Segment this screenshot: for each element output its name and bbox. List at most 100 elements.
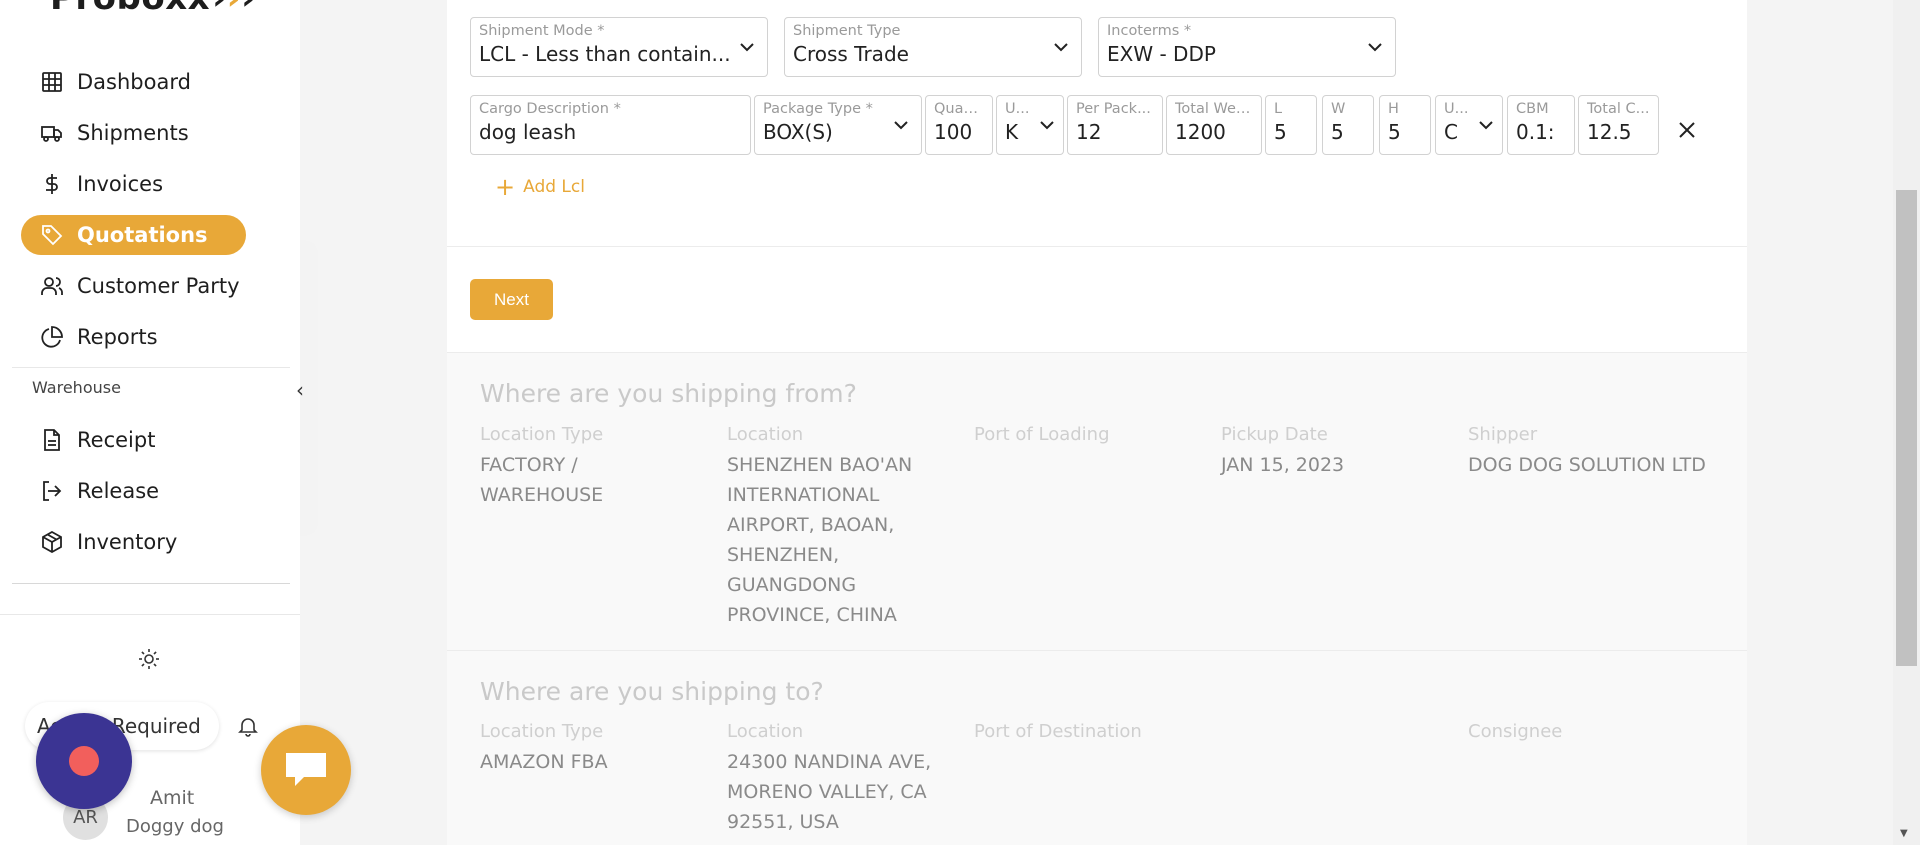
theme-toggle-sun-icon[interactable] (137, 647, 161, 675)
divider (12, 367, 290, 368)
sidebar-item-receipt[interactable]: Receipt (21, 420, 246, 460)
sidebar-item-inventory[interactable]: Inventory (21, 522, 246, 562)
sidebar-item-label: Inventory (77, 530, 178, 554)
field-value: LCL - Less than contain... (479, 42, 731, 66)
bell-icon[interactable] (236, 714, 260, 742)
chevron-down-icon (1368, 43, 1382, 52)
chat-bubble-icon (286, 753, 326, 786)
field-value: BOX(S) (763, 120, 833, 144)
field-value: 1200 (1175, 120, 1226, 144)
logo-chevrons-icon: ››› (212, 0, 256, 18)
field-value: 5 (1388, 120, 1401, 144)
sidebar-item-shipments[interactable]: Shipments (21, 113, 246, 153)
table-icon (41, 71, 63, 93)
field-label: U... (1444, 101, 1469, 117)
field-label: Package Type * (763, 101, 873, 117)
scrollbar-thumb[interactable] (1896, 190, 1917, 666)
add-lcl-button[interactable]: + Add Lcl (495, 175, 585, 199)
section-label-warehouse: Warehouse (32, 378, 121, 397)
chat-button[interactable] (261, 725, 351, 815)
total-cbm-input[interactable]: Total C... 12.5 (1578, 95, 1659, 155)
field-label: Quan... (934, 101, 984, 117)
destination-location-type-label: Location Type (480, 721, 604, 742)
field-label: W (1331, 101, 1346, 117)
chevron-down-icon (1040, 121, 1054, 130)
sidebar-item-label: Customer Party (77, 274, 240, 298)
dollar-icon (41, 173, 63, 195)
sidebar-item-reports[interactable]: Reports (21, 317, 246, 357)
field-value: 0.1: (1516, 120, 1555, 144)
divider (12, 583, 290, 584)
record-dot-icon (69, 746, 99, 776)
field-value: 12 (1076, 120, 1102, 144)
next-button[interactable]: Next (470, 279, 553, 320)
scroll-down-arrow-icon[interactable]: ▼ (1900, 828, 1908, 839)
sidebar-item-label: Receipt (77, 428, 156, 452)
width-input[interactable]: W 5 (1322, 95, 1374, 155)
sidebar-item-release[interactable]: Release (21, 471, 246, 511)
sidebar-item-label: Dashboard (77, 70, 191, 94)
sidebar-item-label: Release (77, 479, 160, 503)
collapse-sidebar-chevron-left-icon[interactable]: ‹ (296, 378, 304, 402)
user-name: Amit (150, 787, 195, 809)
tag-icon (41, 224, 63, 246)
truck-icon (41, 122, 63, 144)
port-of-destination-label: Port of Destination (974, 721, 1142, 742)
field-value: dog leash (479, 120, 577, 144)
main-content: Shipment Mode * LCL - Less than contain.… (447, 0, 1747, 845)
origin-section-title: Where are you shipping from? (480, 379, 857, 408)
sidebar-item-label: Shipments (77, 121, 189, 145)
shipment-type-select[interactable]: Shipment Type Cross Trade (784, 17, 1082, 77)
divider (447, 246, 1747, 247)
field-value: EXW - DDP (1107, 42, 1216, 66)
shipment-mode-select[interactable]: Shipment Mode * LCL - Less than contain.… (470, 17, 768, 77)
remove-cargo-close-icon[interactable] (1674, 117, 1700, 143)
cargo-form-panel: Shipment Mode * LCL - Less than contain.… (447, 0, 1747, 352)
destination-location-value: 24300 NANDINA AVE, MORENO VALLEY, CA 925… (727, 751, 932, 833)
brand-name: Proboxx (50, 0, 210, 18)
cbm-input[interactable]: CBM 0.1: (1507, 95, 1575, 155)
weight-unit-select[interactable]: U... K (996, 95, 1064, 155)
sidebar-item-quotations[interactable]: Quotations (21, 215, 246, 255)
pickup-date-value: JAN 15, 2023 (1221, 454, 1345, 476)
height-input[interactable]: H 5 (1379, 95, 1431, 155)
user-company: Doggy dog (126, 816, 224, 837)
destination-section-title: Where are you shipping to? (480, 677, 824, 706)
length-input[interactable]: L 5 (1265, 95, 1317, 155)
total-weight-input[interactable]: Total Wei... 1200 (1166, 95, 1262, 155)
field-value: C (1444, 120, 1458, 144)
field-label: Shipment Mode * (479, 23, 605, 39)
sidebar-item-invoices[interactable]: Invoices (21, 164, 246, 204)
origin-location-value: SHENZHEN BAO'AN INTERNATIONAL AIRPORT, B… (727, 454, 913, 626)
origin-location-type-value: FACTORY / WAREHOUSE (480, 454, 604, 506)
sidebar-item-customer-party[interactable]: Customer Party (21, 266, 246, 306)
divider (447, 650, 1747, 651)
field-label: Total Wei... (1175, 101, 1253, 117)
quantity-input[interactable]: Quan... 100 (925, 95, 993, 155)
chevron-down-icon (894, 121, 908, 130)
brand-logo[interactable]: Proboxx››› (50, 0, 256, 18)
chevron-down-icon (1479, 121, 1493, 130)
screen-record-button[interactable] (36, 713, 132, 809)
field-label: CBM (1516, 101, 1549, 117)
field-value: 5 (1274, 120, 1287, 144)
chevron-down-icon (740, 43, 754, 52)
origin-location-type-label: Location Type (480, 424, 604, 445)
cargo-description-input[interactable]: Cargo Description * dog leash (470, 95, 751, 155)
pie-chart-icon (41, 326, 63, 348)
dimension-unit-select[interactable]: U... C (1435, 95, 1503, 155)
destination-location-label: Location (727, 721, 804, 742)
avatar-initials: AR (73, 807, 98, 828)
field-label: Per Pack... (1076, 101, 1151, 117)
sidebar-item-dashboard[interactable]: Dashboard (21, 62, 246, 102)
box-icon (41, 531, 63, 553)
per-package-weight-input[interactable]: Per Pack... 12 (1067, 95, 1163, 155)
field-label: Incoterms * (1107, 23, 1192, 39)
divider (0, 614, 300, 615)
incoterms-select[interactable]: Incoterms * EXW - DDP (1098, 17, 1396, 77)
field-value: 12.5 (1587, 120, 1632, 144)
field-label: L (1274, 101, 1283, 117)
package-type-select[interactable]: Package Type * BOX(S) (754, 95, 922, 155)
sidebar: Proboxx››› Dashboard Shipments Invoices … (0, 0, 300, 845)
port-of-loading-label: Port of Loading (974, 424, 1110, 445)
